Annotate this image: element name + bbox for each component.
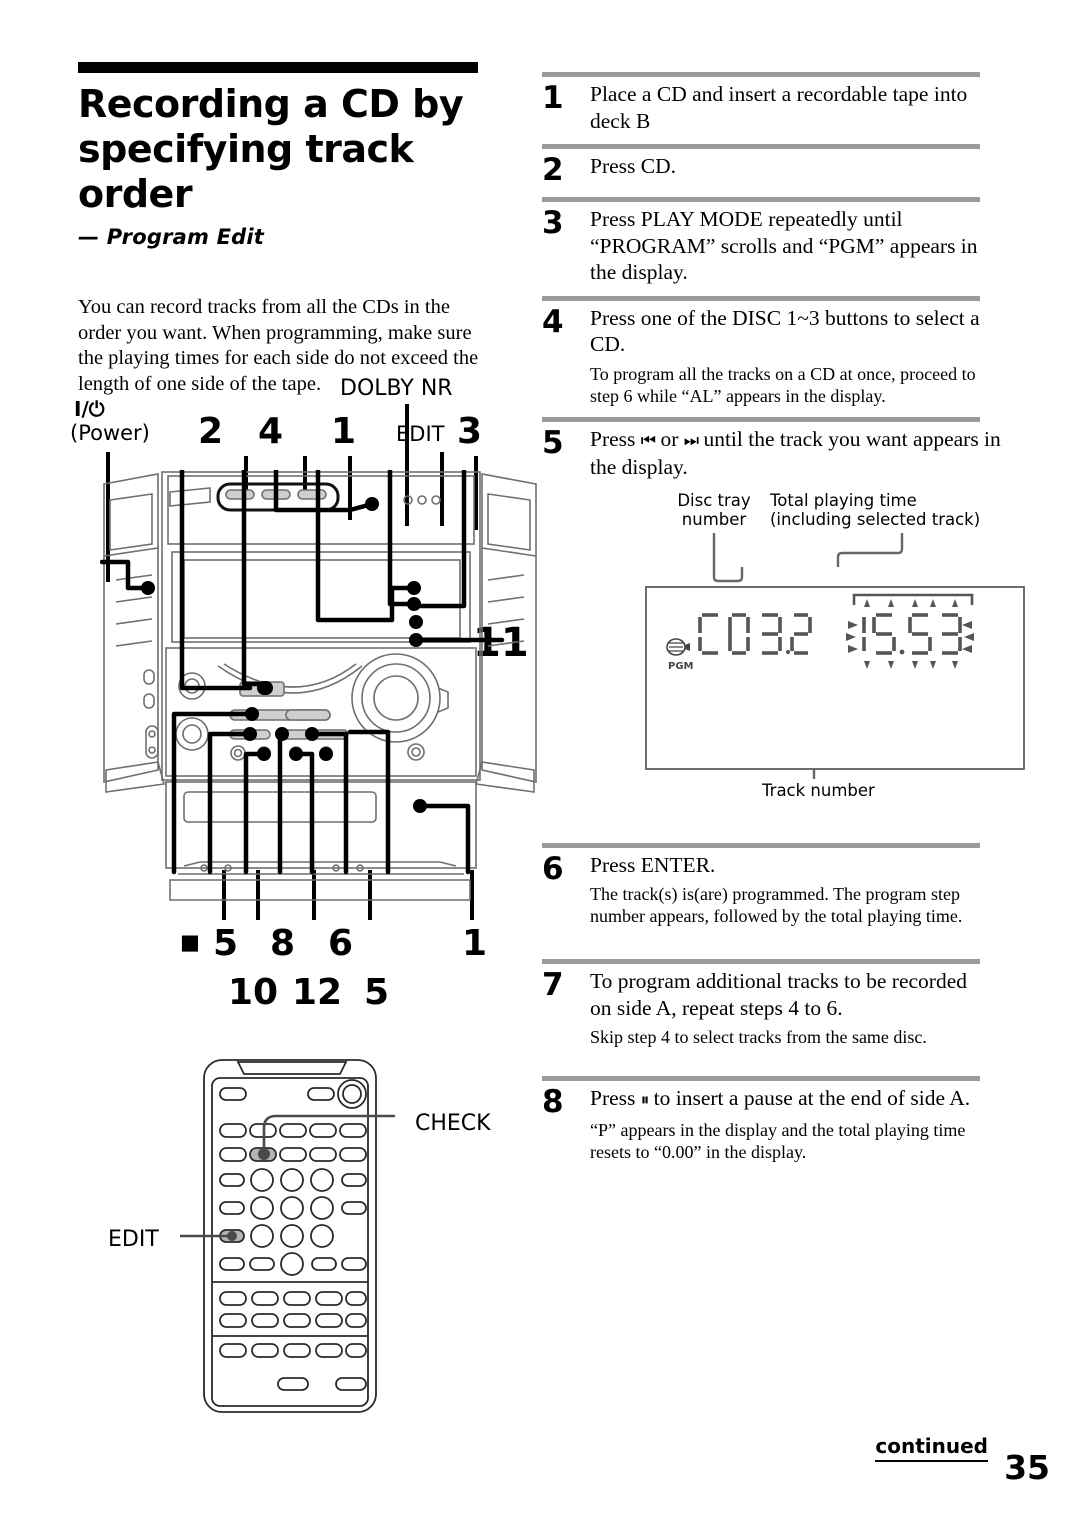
step-3-text: Press PLAY MODE repeatedly until “PROGRA… [590,207,978,284]
step-8-pre: Press [590,1086,641,1110]
pgm-indicator-label: PGM [668,660,694,672]
callout-5b: 5 [364,972,390,1013]
step-1-number: 1 [542,80,564,116]
step-divider [542,144,980,149]
step-5-mid: or [655,426,684,451]
step-divider [542,959,980,964]
step-4-text: Press one of the DISC 1~3 buttons to sel… [590,305,980,357]
step-2: 2 Press CD. [542,134,990,187]
title-rule [78,62,478,73]
step-divider [542,416,980,422]
step-divider [542,197,980,202]
callout-3: 3 [457,411,483,452]
step-4-note: To program all the tracks on a CD at onc… [590,363,976,406]
step-7-number: 7 [542,967,564,1003]
stereo-system-diagram [99,461,540,950]
caption-time-line2: (including selected track) [770,509,981,529]
prev-track-icon: ⏮ [640,430,656,451]
step-6-text: Press ENTER. [590,852,716,877]
step-6-number: 6 [542,850,564,887]
step-8-text: Press ⏸ to insert a pause at the end of … [590,1085,990,1114]
step-7-note: Skip step 4 to select tracks from the sa… [590,1027,927,1047]
caption-disc-line1: Disc tray [677,490,751,510]
caption-total-time: Total playing time (including selected t… [770,491,1020,529]
step-2-number: 2 [542,152,564,188]
remote-check-label: CHECK [415,1111,491,1136]
step-5-number: 5 [542,424,564,461]
step-4-number: 4 [542,303,564,340]
page-title-line1: Recording a CD by [78,82,464,126]
step-7: 7 To program additional tracks to be rec… [542,949,990,1048]
intro-paragraph: You can record tracks from all the CDs i… [78,296,479,395]
step-8: 8 Press ⏸ to insert a pause at the end o… [542,1066,990,1163]
callout-4: 4 [258,411,284,452]
page-title-line2: specifying track order [78,127,414,216]
step-4: 4 Press one of the DISC 1~3 buttons to s… [542,286,990,407]
steps-column: 1 Place a CD and insert a recordable tap… [542,62,1025,1163]
step-5: 5 Press ⏮ or ⏭ until the track you want … [542,407,1025,800]
power-text-label: (Power) [70,421,150,445]
step-7-text: To program additional tracks to be recor… [590,969,967,1020]
page-subtitle: — Program Edit [78,225,265,249]
step-5-text: Press ⏮ or ⏭ until the track you want ap… [590,426,1032,481]
remote-control-diagram [168,1030,410,1420]
step-3: 3 Press PLAY MODE repeatedly until “PROG… [542,187,990,286]
step-divider [542,842,980,848]
step-8-note: “P” appears in the display and the total… [590,1119,966,1162]
callout-2: 2 [198,411,224,452]
next-track-icon: ⏭ [683,430,699,451]
step-8-number: 8 [542,1084,564,1120]
step-divider [542,72,980,77]
callout-12: 12 [292,972,343,1013]
step-3-number: 3 [542,205,564,241]
step-2-text: Press CD. [590,154,677,178]
step-divider [542,295,980,301]
step-divider [542,1076,980,1081]
step-1: 1 Place a CD and insert a recordable tap… [542,62,990,134]
remote-edit-label: EDIT [108,1227,159,1252]
edit-label-unit: EDIT [396,422,445,446]
caption-track-number: Track number [762,780,875,800]
step-8-post: to insert a pause at the end of side A. [648,1086,971,1110]
step-5-pre: Press [590,426,641,451]
page-title: Recording a CD by specifying track order [78,82,530,217]
continued-label: continued [875,1434,988,1462]
caption-disc-tray: Disc tray number [664,491,764,529]
callout-10: 10 [228,972,279,1013]
lcd-display-figure: Disc tray number Total playing time (inc… [642,491,1032,800]
callout-1-top: 1 [331,411,357,452]
caption-disc-line2: number [681,509,747,529]
left-column: Recording a CD by specifying track order… [78,62,530,418]
caption-time-line1: Total playing time [770,490,917,510]
step-6: 6 Press ENTER. The track(s) is(are) prog… [542,833,990,928]
step-6-note: The track(s) is(are) programmed. The pro… [590,884,963,926]
page-number: 35 [1004,1448,1050,1487]
step-1-text: Place a CD and insert a recordable tape … [590,82,968,133]
